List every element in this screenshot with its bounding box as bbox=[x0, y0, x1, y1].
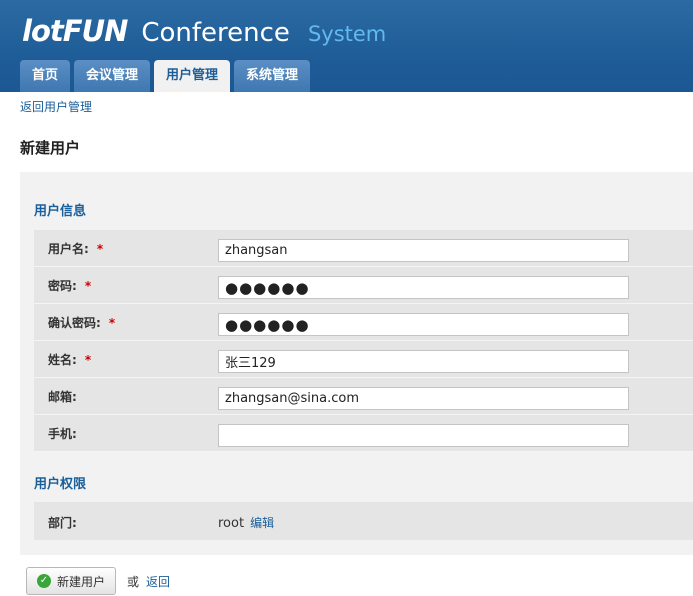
or-text: 或 bbox=[127, 574, 140, 589]
tab-user-management[interactable]: 用户管理 bbox=[154, 60, 231, 92]
brand: lotFUN Conference System bbox=[22, 14, 386, 54]
form-actions: ✓ 新建用户 或 返回 bbox=[26, 566, 170, 596]
form-row-username: 用户名: * bbox=[34, 230, 693, 267]
app-header: lotFUN Conference System 首页 会议管理 用户管理 系统… bbox=[0, 0, 693, 92]
create-user-button[interactable]: ✓ 新建用户 bbox=[26, 567, 117, 595]
section-title-user-info: 用户信息 bbox=[34, 204, 87, 219]
email-label: 邮箱: bbox=[48, 390, 77, 404]
section-title-user-permissions: 用户权限 bbox=[34, 477, 87, 492]
mobile-label: 手机: bbox=[48, 427, 77, 441]
name-input[interactable] bbox=[218, 350, 629, 373]
required-marker: * bbox=[84, 279, 92, 293]
back-to-user-management-link[interactable]: 返回用户管理 bbox=[20, 98, 92, 115]
email-input[interactable] bbox=[218, 387, 629, 410]
tab-system-management[interactable]: 系统管理 bbox=[234, 60, 311, 92]
required-marker: * bbox=[108, 316, 116, 330]
required-marker: * bbox=[96, 242, 104, 256]
name-label: 姓名: * bbox=[48, 353, 92, 367]
tab-conference-management[interactable]: 会议管理 bbox=[74, 60, 151, 92]
required-marker: * bbox=[84, 353, 92, 367]
app-title: Conference bbox=[141, 18, 290, 48]
page-title: 新建用户 bbox=[20, 139, 81, 157]
form-row-department: 部门: root 编辑 bbox=[34, 502, 693, 540]
iotfun-logo: lotFUN bbox=[22, 14, 128, 48]
username-input[interactable] bbox=[218, 239, 629, 262]
form-row-password: 密码: * bbox=[34, 267, 693, 304]
mobile-input[interactable] bbox=[218, 424, 629, 447]
check-circle-icon: ✓ bbox=[37, 574, 51, 588]
confirm-password-label: 确认密码: * bbox=[48, 316, 116, 330]
return-link[interactable]: 返回 bbox=[146, 573, 170, 590]
form-row-mobile: 手机: bbox=[34, 415, 693, 452]
password-input[interactable] bbox=[218, 276, 629, 299]
form-row-email: 邮箱: bbox=[34, 378, 693, 415]
password-label: 密码: * bbox=[48, 279, 92, 293]
app-subtitle: System bbox=[307, 22, 387, 46]
user-info-form: 用户名:* 密码:* 确认密码:* 姓名:* 邮箱: 手机: bbox=[34, 230, 693, 452]
username-label: 用户名: * bbox=[48, 242, 104, 256]
department-label: 部门: bbox=[48, 516, 77, 530]
create-user-button-label: 新建用户 bbox=[57, 574, 106, 589]
department-value: root 编辑 bbox=[218, 516, 275, 531]
tab-home[interactable]: 首页 bbox=[20, 60, 71, 92]
form-row-name: 姓名: * bbox=[34, 341, 693, 378]
main-nav: 首页 会议管理 用户管理 系统管理 bbox=[20, 60, 314, 92]
form-row-confirm-password: 确认密码: * bbox=[34, 304, 693, 341]
confirm-password-input[interactable] bbox=[218, 313, 629, 336]
edit-department-link[interactable]: 编辑 bbox=[250, 516, 274, 530]
